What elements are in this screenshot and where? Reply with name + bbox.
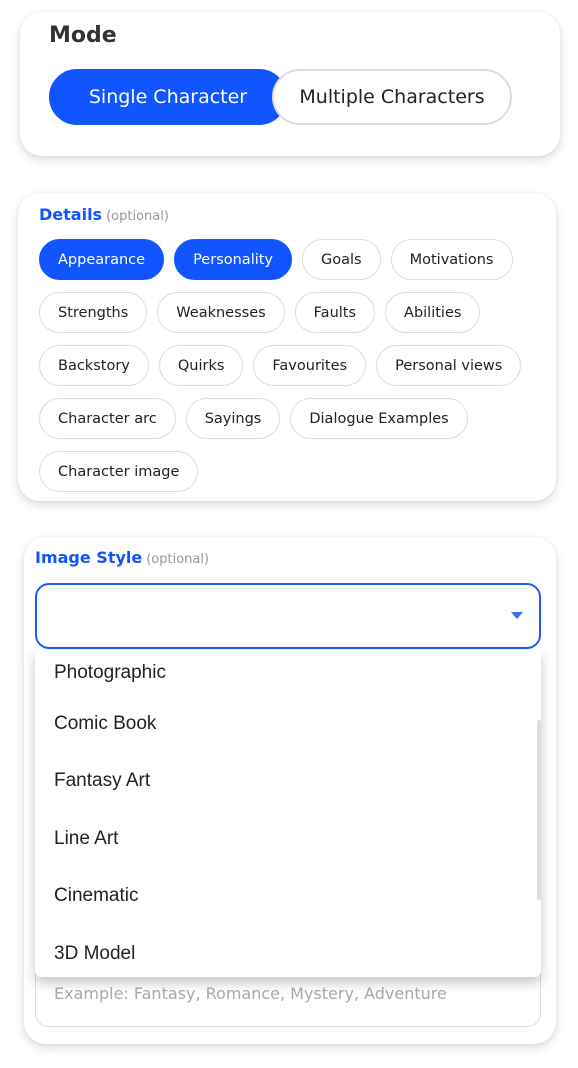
option-line-art[interactable]: Line Art (35, 810, 541, 868)
chip-favourites[interactable]: Favourites (253, 345, 367, 386)
chip-backstory[interactable]: Backstory (39, 345, 149, 386)
option-comic-book[interactable]: Comic Book (35, 695, 541, 753)
chip-personal-views[interactable]: Personal views (376, 345, 522, 386)
mode-title: Mode (49, 23, 117, 48)
details-card: Details (optional) Appearance Personality G… (18, 193, 556, 501)
chip-goals[interactable]: Goals (302, 239, 381, 280)
multiple-characters-button[interactable]: Multiple Characters (272, 69, 512, 125)
chip-dialogue-examples[interactable]: Dialogue Examples (290, 398, 468, 439)
image-style-select[interactable] (35, 583, 541, 649)
details-title: Details (optional) (39, 205, 169, 224)
chip-quirks[interactable]: Quirks (158, 345, 244, 386)
chip-sayings[interactable]: Sayings (185, 398, 281, 439)
chip-abilities[interactable]: Abilities (385, 292, 481, 333)
image-style-title: Image Style (optional) (35, 548, 210, 567)
option-photographic[interactable]: Photographic (35, 650, 541, 695)
chip-strengths[interactable]: Strengths (39, 292, 148, 333)
chip-faults[interactable]: Faults (294, 292, 376, 333)
chip-personality[interactable]: Personality (174, 239, 293, 280)
chip-weaknesses[interactable]: Weaknesses (157, 292, 285, 333)
option-3d-model[interactable]: 3D Model (35, 925, 541, 977)
chip-character-arc[interactable]: Character arc (39, 398, 176, 439)
option-cinematic[interactable]: Cinematic (35, 868, 541, 926)
caret-down-icon (511, 612, 523, 619)
option-fantasy-art[interactable]: Fantasy Art (35, 753, 541, 811)
chip-motivations[interactable]: Motivations (390, 239, 513, 280)
single-character-button[interactable]: Single Character (49, 69, 287, 125)
image-style-dropdown-menu: Photographic Comic Book Fantasy Art Line Ar… (35, 650, 541, 977)
dropdown-scrollbar[interactable] (537, 720, 541, 900)
details-chips: Appearance Personality Goals Motivations Str… (39, 239, 539, 492)
chip-appearance[interactable]: Appearance (39, 239, 165, 280)
mode-card: Mode Single Character Multiple Character… (20, 12, 560, 156)
chip-character-image[interactable]: Character image (39, 451, 199, 492)
